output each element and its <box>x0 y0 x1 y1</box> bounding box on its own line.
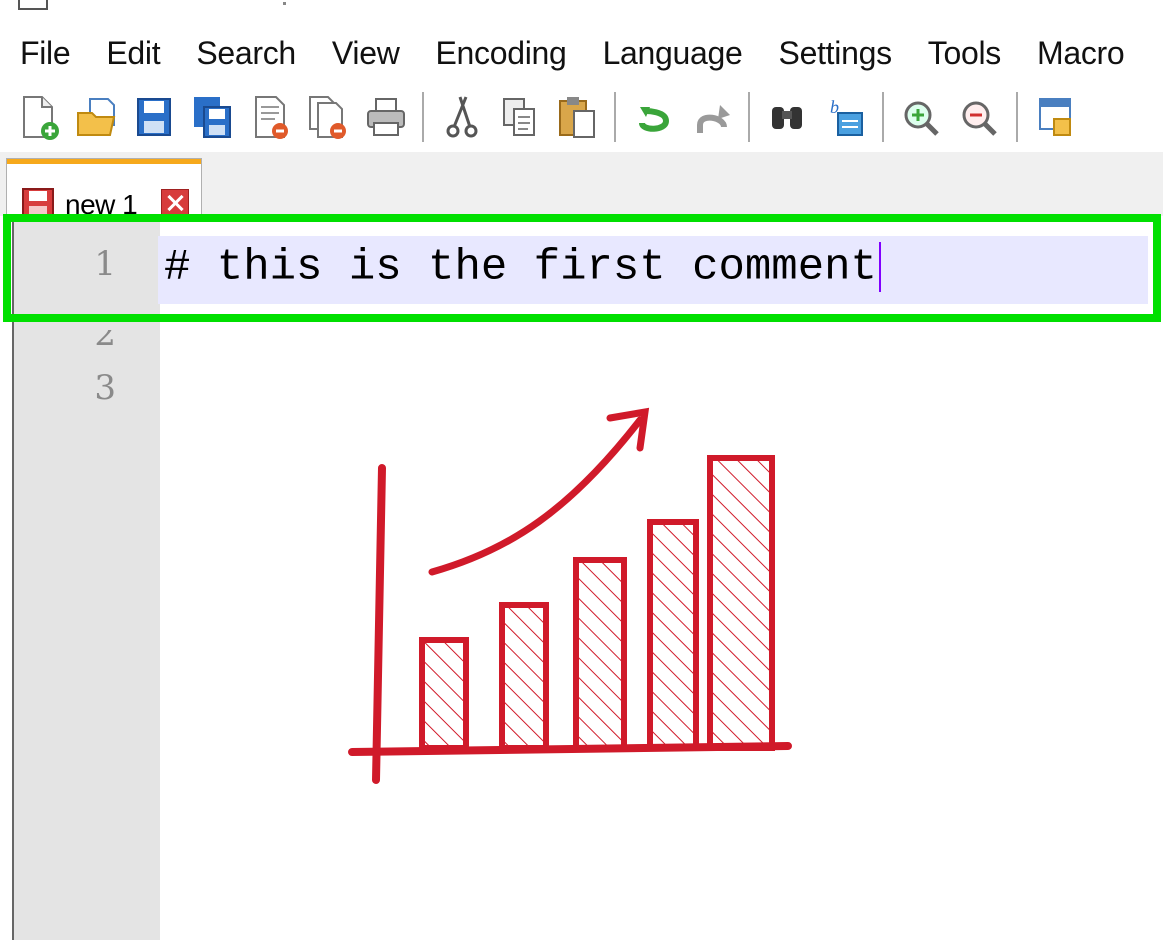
undo-icon <box>639 107 670 132</box>
toolbar-separator <box>422 92 424 142</box>
paste-button[interactable] <box>554 90 602 144</box>
line-number: 2 <box>94 314 116 354</box>
menu-file[interactable]: File <box>0 35 86 72</box>
find-icon <box>772 107 802 129</box>
save-all-icon <box>194 97 231 138</box>
redo-icon <box>697 105 730 133</box>
save-button[interactable] <box>130 90 178 144</box>
sync-scroll-button[interactable] <box>1032 90 1080 144</box>
save-all-button[interactable] <box>188 90 236 144</box>
zoom-in-button[interactable] <box>898 90 946 144</box>
replace-icon: b <box>830 97 863 136</box>
copy-icon <box>503 98 535 136</box>
menu-bar: File Edit Search View Encoding Language … <box>0 28 1163 78</box>
cut-icon <box>446 96 478 138</box>
tab-active-accent <box>7 159 201 164</box>
close-file-button[interactable] <box>246 90 294 144</box>
zoom-in-icon <box>904 101 939 136</box>
save-icon <box>137 98 171 136</box>
toolbar-separator <box>1016 92 1018 142</box>
sync-icon <box>1039 98 1071 136</box>
line-number: 3 <box>94 368 116 408</box>
undo-button[interactable] <box>630 90 678 144</box>
hand-drawn-bar-chart-icon <box>348 407 792 784</box>
text-caret <box>878 242 881 292</box>
toolbar-separator <box>748 92 750 142</box>
toolbar-separator <box>882 92 884 142</box>
title-bar <box>0 0 1163 28</box>
toolbar-separator <box>614 92 616 142</box>
copy-button[interactable] <box>496 90 544 144</box>
close-tab-icon[interactable] <box>161 189 189 217</box>
window-icon <box>18 0 48 10</box>
line-number: 1 <box>94 244 116 284</box>
zoom-out-button[interactable] <box>956 90 1004 144</box>
close-icon <box>255 96 288 139</box>
print-icon <box>367 98 405 136</box>
code-line-1[interactable]: # this is the first comment <box>164 242 881 293</box>
line-number-gutter: 1 2 3 <box>12 216 160 940</box>
menu-encoding[interactable]: Encoding <box>416 35 583 72</box>
menu-view[interactable]: View <box>312 35 416 72</box>
zoom-out-icon <box>962 101 997 136</box>
menu-language[interactable]: Language <box>583 35 759 72</box>
replace-button[interactable]: b <box>822 90 870 144</box>
close-all-icon <box>309 96 346 139</box>
toolbar: b <box>0 82 1163 152</box>
title-dot <box>283 2 286 5</box>
find-button[interactable] <box>764 90 812 144</box>
print-button[interactable] <box>362 90 410 144</box>
menu-edit[interactable]: Edit <box>86 35 176 72</box>
redo-button[interactable] <box>688 90 736 144</box>
menu-macro[interactable]: Macro <box>1017 35 1140 72</box>
menu-tools[interactable]: Tools <box>908 35 1017 72</box>
unsaved-file-icon <box>22 188 54 218</box>
tab-new-1[interactable]: new 1 <box>6 158 202 220</box>
new-file-icon <box>23 96 59 140</box>
line-text: # this is the first comment <box>164 242 877 293</box>
close-all-button[interactable] <box>304 90 352 144</box>
menu-search[interactable]: Search <box>176 35 312 72</box>
menu-settings[interactable]: Settings <box>759 35 908 72</box>
open-file-icon <box>77 98 116 136</box>
tab-bar: new 1 <box>0 152 1163 220</box>
paste-icon <box>559 97 595 138</box>
cut-button[interactable] <box>438 90 486 144</box>
new-file-button[interactable] <box>14 90 62 144</box>
open-file-button[interactable] <box>72 90 120 144</box>
